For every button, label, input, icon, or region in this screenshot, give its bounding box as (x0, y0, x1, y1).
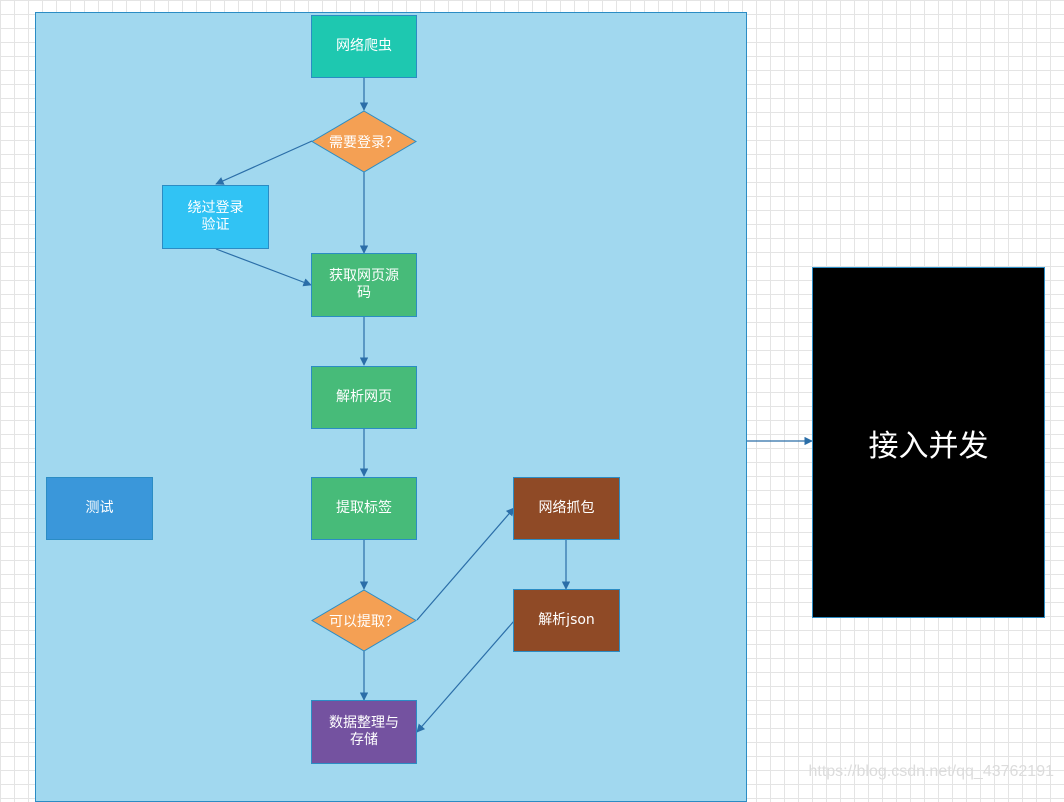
node-packet-capture[interactable]: 网络抓包 (513, 477, 620, 540)
node-parse-page[interactable]: 解析网页 (311, 366, 417, 429)
node-get-source[interactable]: 获取网页源 码 (311, 253, 417, 317)
node-concurrency[interactable]: 接入并发 (812, 267, 1045, 618)
edge-json-to-store (416, 620, 515, 733)
can-extract-label: 可以提取？ (329, 613, 399, 630)
node-bypass-login[interactable]: 绕过登录 验证 (162, 185, 269, 249)
edge-can-to-capture (416, 507, 515, 621)
node-store-data[interactable]: 数据整理与 存储 (311, 700, 417, 764)
node-test[interactable]: 测试 (46, 477, 153, 540)
edge-bypass-to-source (215, 248, 312, 287)
node-need-login[interactable]: 需要登录？ (311, 110, 417, 173)
watermark: https://blog.csdn.net/qq_43762191 (808, 763, 1054, 780)
node-crawler[interactable]: 网络爬虫 (311, 15, 417, 78)
node-can-extract[interactable]: 可以提取？ (311, 589, 417, 652)
node-parse-json[interactable]: 解析json (513, 589, 620, 652)
node-extract-tags[interactable]: 提取标签 (311, 477, 417, 540)
edge-login-to-bypass (215, 140, 313, 185)
need-login-label: 需要登录？ (329, 134, 399, 151)
